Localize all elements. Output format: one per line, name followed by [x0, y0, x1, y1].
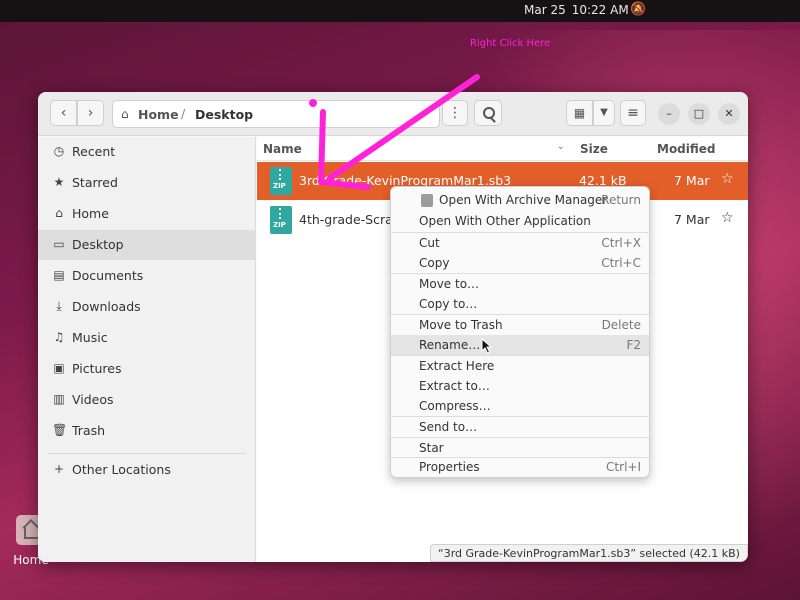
- mouse-cursor-icon: [481, 338, 493, 354]
- annotation-arrow: [309, 74, 480, 190]
